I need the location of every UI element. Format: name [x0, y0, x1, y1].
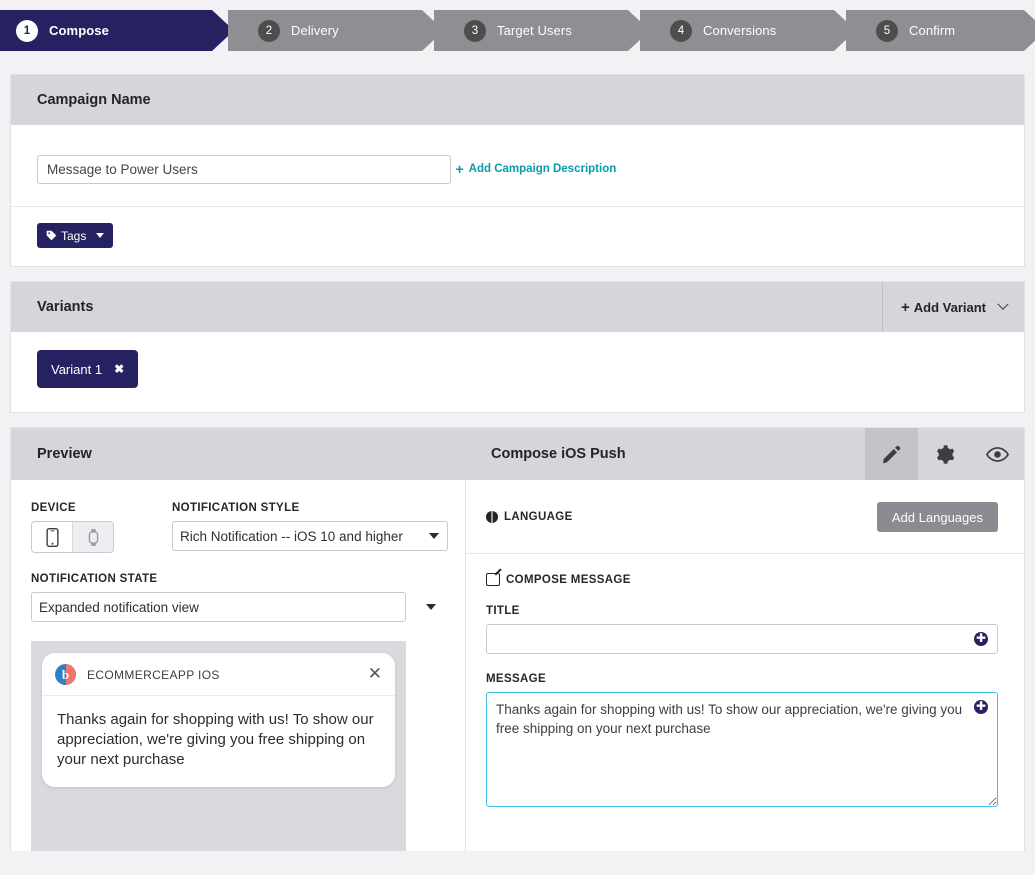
language-label-group: LANGUAGE: [486, 511, 573, 523]
tag-icon: [46, 230, 57, 241]
wizard-step-label: Confirm: [909, 23, 956, 38]
wizard-step-conversions[interactable]: 4 Conversions: [640, 10, 856, 51]
wizard-step-label: Conversions: [703, 23, 777, 38]
add-campaign-description-link[interactable]: + Add Campaign Description: [455, 161, 616, 177]
notification-body-text: Thanks again for shopping with us! To sh…: [57, 711, 374, 768]
wizard-step-delivery[interactable]: 2 Delivery: [228, 10, 444, 51]
notification-header: b ECOMMERCEAPP IOS ✕: [42, 653, 395, 696]
message-textarea[interactable]: [486, 692, 998, 807]
notification-state-label: NOTIFICATION STATE: [31, 573, 158, 585]
wizard-step-number: 3: [464, 19, 486, 42]
campaign-name-title: Campaign Name: [37, 92, 151, 108]
add-languages-button[interactable]: Add Languages: [876, 502, 998, 532]
compose-message-heading: COMPOSE MESSAGE: [466, 554, 1024, 586]
wizard-step-number: 2: [258, 19, 280, 42]
eye-glyph: [986, 446, 1009, 462]
edit-square-icon: [486, 573, 500, 586]
variant-chip[interactable]: Variant 1 ✖: [37, 350, 139, 388]
notification-app-name: ECOMMERCEAPP IOS: [87, 667, 220, 682]
tags-button[interactable]: Tags: [37, 223, 114, 248]
title-input[interactable]: [486, 624, 998, 654]
device-option-watch[interactable]: [72, 522, 113, 552]
wizard-step-number: 1: [16, 19, 38, 42]
gear-icon[interactable]: [918, 428, 971, 480]
variants-card: Variants + Add Variant Variant 1 ✖: [10, 281, 1025, 413]
notification-state-control: NOTIFICATION STATE Expanded notification…: [31, 573, 445, 622]
add-variant-button[interactable]: + Add Variant: [881, 282, 1024, 332]
notification-style-label: NOTIFICATION STYLE: [172, 502, 300, 514]
language-row: LANGUAGE Add Languages: [466, 480, 1024, 554]
wizard-step-number: 5: [876, 19, 898, 42]
variants-body: Variant 1 ✖: [11, 332, 1024, 412]
compose-pane: LANGUAGE Add Languages COMPOSE MESSAGE T…: [466, 480, 1024, 851]
device-label: DEVICE: [31, 502, 76, 514]
chevron-down-icon[interactable]: [997, 298, 1009, 310]
campaign-name-header: Campaign Name: [11, 75, 1024, 125]
wizard-step-target-users[interactable]: 3 Target Users: [434, 10, 650, 51]
insert-liquid-message-icon[interactable]: ✚: [974, 700, 988, 714]
eye-icon[interactable]: [971, 428, 1024, 480]
message-field-block: MESSAGE ✚: [466, 673, 1024, 812]
chevron-down-icon: [426, 604, 436, 610]
step-wizard: 1 Compose 2 Delivery 3 Target Users 4 Co…: [0, 0, 1035, 60]
notification-style-control: NOTIFICATION STYLE Rich Notification -- …: [172, 502, 448, 551]
device-toggle[interactable]: [31, 521, 114, 553]
compose-message-label: COMPOSE MESSAGE: [506, 573, 631, 586]
watch-icon: [88, 528, 98, 546]
app-logo-icon: b: [55, 664, 76, 685]
plus-icon: +: [455, 161, 464, 177]
compose-title: Compose iOS Push: [491, 446, 626, 462]
preview-pane: DEVICE NOTIFICATION STYLE Rich Notificat…: [11, 480, 466, 851]
preview-title: Preview: [37, 446, 92, 462]
message-label: MESSAGE: [486, 673, 546, 685]
phone-icon: [45, 527, 59, 547]
language-label: LANGUAGE: [504, 511, 573, 523]
wizard-step-label: Compose: [49, 23, 109, 38]
app-logo-letter: b: [61, 666, 70, 682]
device-option-phone[interactable]: [32, 522, 72, 552]
campaign-name-input[interactable]: [37, 155, 451, 184]
campaign-compose-page: 1 Compose 2 Delivery 3 Target Users 4 Co…: [0, 0, 1035, 875]
tags-label: Tags: [61, 228, 87, 243]
chevron-down-icon: [96, 233, 105, 238]
add-variant-label: Add Variant: [913, 299, 986, 315]
title-field-block: TITLE ✚: [466, 605, 1024, 654]
campaign-name-body: + Add Campaign Description: [11, 125, 1024, 206]
wizard-step-compose[interactable]: 1 Compose: [0, 10, 234, 51]
compose-card-header: Preview Compose iOS Push: [11, 428, 1024, 480]
insert-liquid-title-icon[interactable]: ✚: [974, 632, 988, 646]
plus-icon: +: [900, 298, 910, 316]
add-campaign-description-label: Add Campaign Description: [468, 163, 617, 175]
notification-style-select[interactable]: Rich Notification -- iOS 10 and higher: [172, 521, 448, 551]
compose-header-icons: [865, 428, 1024, 480]
gear-glyph: [936, 444, 955, 464]
phone-preview-screen: b ECOMMERCEAPP IOS ✕ Thanks again for sh…: [31, 641, 406, 851]
title-label: TITLE: [486, 605, 520, 617]
variants-header: Variants + Add Variant: [11, 282, 1024, 332]
pencil-glyph: [883, 445, 901, 463]
pencil-icon[interactable]: [865, 428, 918, 480]
wizard-step-label: Target Users: [497, 23, 572, 38]
device-control: DEVICE: [31, 502, 114, 553]
wizard-step-label: Delivery: [291, 23, 339, 38]
compose-panels: DEVICE NOTIFICATION STYLE Rich Notificat…: [11, 480, 1024, 851]
wizard-step-number: 4: [670, 19, 692, 42]
preview-controls-row: DEVICE NOTIFICATION STYLE Rich Notificat…: [31, 502, 448, 553]
compose-card: Preview Compose iOS Push DEVICE NOTIFICA…: [10, 427, 1025, 851]
variant-chip-label: Variant 1: [51, 361, 103, 377]
close-icon[interactable]: ✕: [368, 666, 382, 683]
tags-row: Tags: [11, 206, 1024, 266]
wizard-step-confirm[interactable]: 5 Confirm: [846, 10, 1035, 51]
notification-card: b ECOMMERCEAPP IOS ✕ Thanks again for sh…: [42, 653, 395, 787]
globe-icon: [486, 511, 498, 523]
variants-title: Variants: [37, 299, 94, 315]
notification-state-select[interactable]: Expanded notification view: [31, 592, 406, 622]
close-icon[interactable]: ✖: [114, 362, 124, 376]
campaign-name-card: Campaign Name + Add Campaign Description…: [10, 74, 1025, 267]
